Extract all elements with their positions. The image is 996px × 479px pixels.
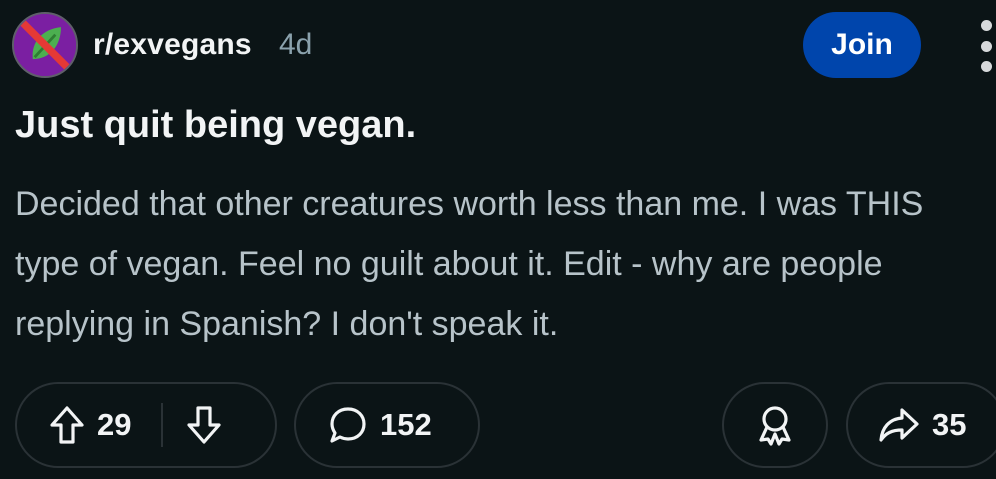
post-age: 4d <box>279 28 313 61</box>
speech-bubble-icon <box>328 405 368 445</box>
post-body: Decided that other creatures worth less … <box>15 185 924 343</box>
comment-count: 152 <box>380 407 432 442</box>
vote-count: 29 <box>97 407 132 442</box>
comments-button[interactable]: 152 <box>294 382 480 468</box>
subreddit-avatar[interactable] <box>12 12 78 78</box>
award-ribbon-icon <box>756 404 794 446</box>
subreddit-name[interactable]: r/exvegans <box>93 28 252 62</box>
post-header: r/exvegans 4d Join <box>12 12 996 78</box>
award-button[interactable] <box>722 382 828 468</box>
reddit-post: r/exvegans 4d Join Just quit being vegan… <box>0 0 996 479</box>
downvote-arrow-icon[interactable] <box>186 405 222 445</box>
share-count: 35 <box>932 407 967 442</box>
post-title[interactable]: Just quit being vegan. <box>15 104 416 147</box>
more-options-dot <box>980 61 992 72</box>
vote-divider <box>161 403 164 447</box>
more-options-icon <box>980 20 992 31</box>
share-button[interactable]: 35 <box>846 382 996 468</box>
vote-bar: 29 <box>15 382 277 468</box>
more-options-dot <box>980 40 992 52</box>
upvote-arrow-icon[interactable] <box>49 405 85 445</box>
more-options-button[interactable] <box>974 20 996 72</box>
crossed-out-leaf-icon <box>14 14 76 76</box>
join-button[interactable]: Join <box>803 12 921 78</box>
share-arrow-icon <box>878 406 920 444</box>
